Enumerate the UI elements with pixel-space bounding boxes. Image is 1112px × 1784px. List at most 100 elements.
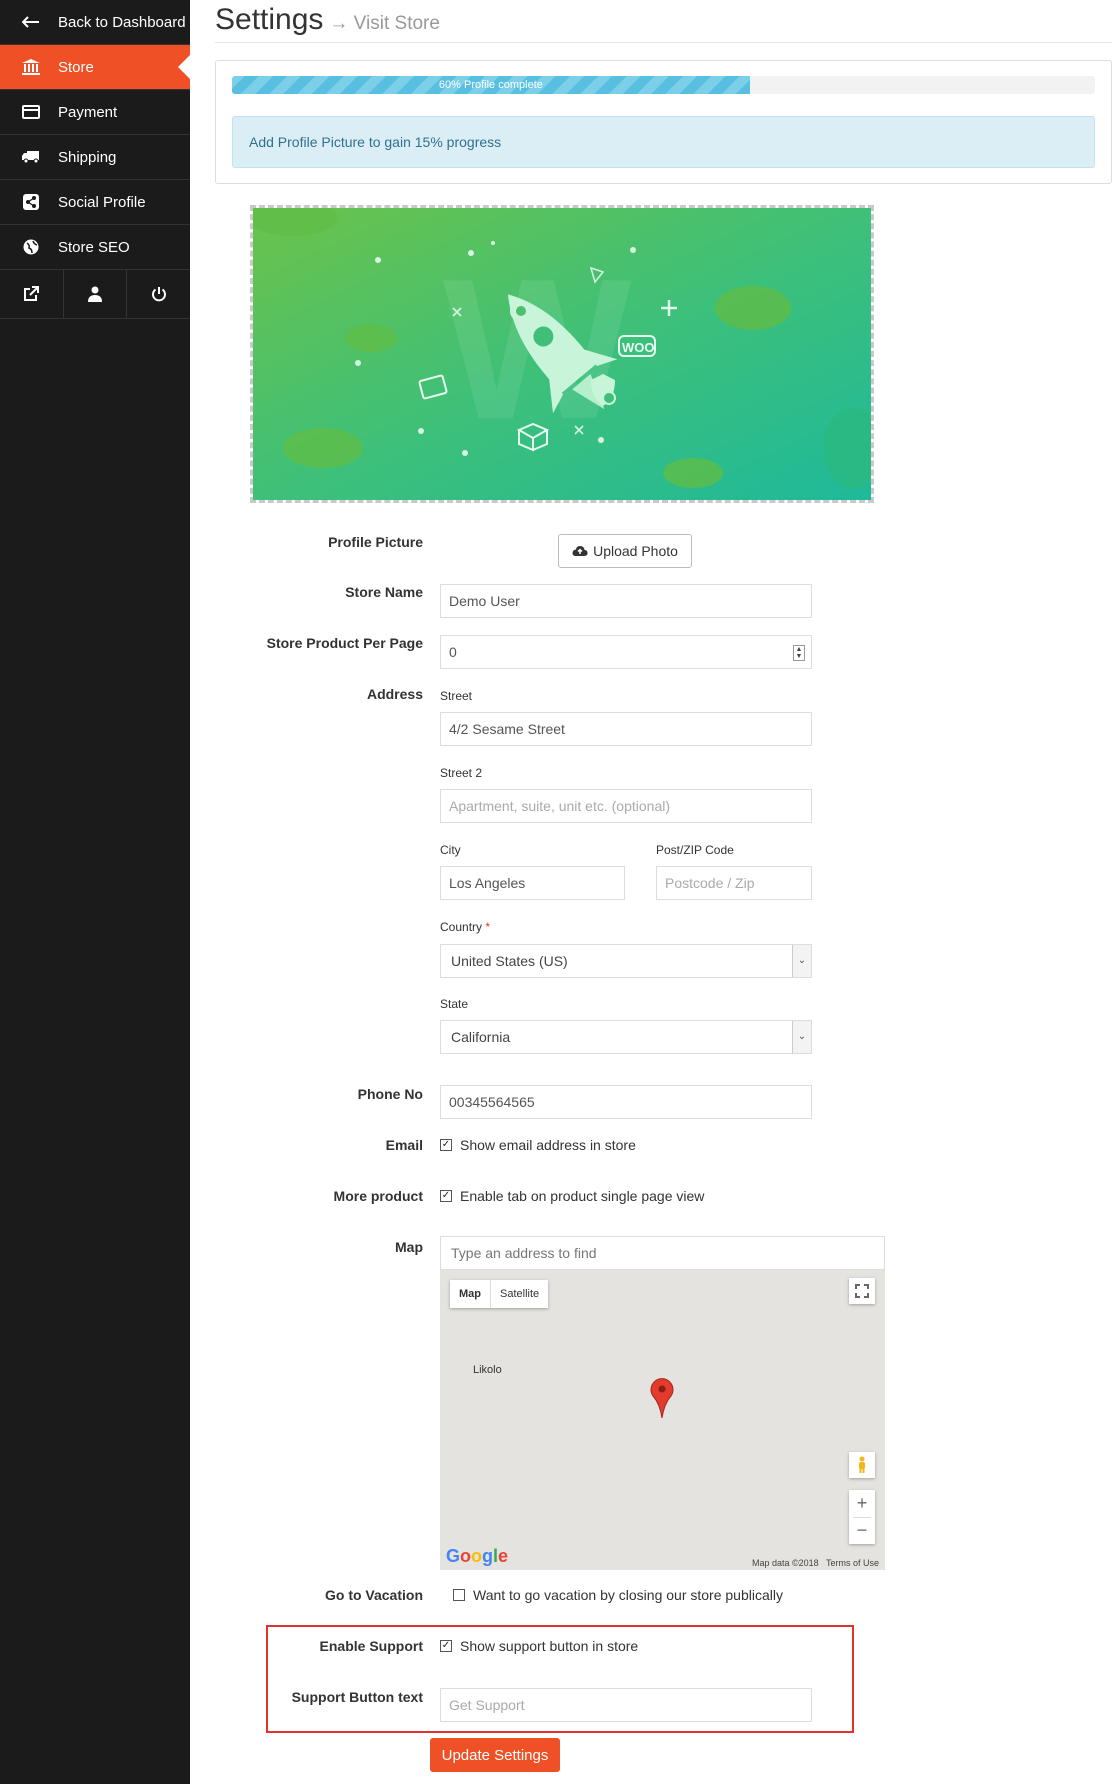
phone-label: Phone No <box>357 1086 423 1102</box>
sidebar-item-payment[interactable]: Payment <box>0 90 190 135</box>
truck-icon <box>18 150 44 164</box>
support-checkbox-label: Show support button in store <box>460 1638 639 1654</box>
map-type-satellite[interactable]: Satellite <box>490 1280 548 1308</box>
street2-label: Street 2 <box>440 766 483 780</box>
progress-bar-fill: 60% Profile complete <box>232 76 750 94</box>
map-data-text: Map data ©2018 <box>751 1558 819 1568</box>
page-title-text: Settings <box>215 3 324 36</box>
support-button-text-input[interactable] <box>440 1688 812 1722</box>
sidebar-item-back-to-dashboard[interactable]: Back to Dashboard <box>0 0 190 45</box>
street-input[interactable] <box>440 712 812 746</box>
per-page-value: 0 <box>449 644 457 660</box>
street2-input[interactable] <box>440 789 812 823</box>
country-label-text: Country <box>440 920 483 934</box>
map-footer: Map data ©2018 Terms of Use <box>752 1558 879 1568</box>
sidebar-item-store[interactable]: Store <box>0 45 190 90</box>
map-type-control: Map Satellite <box>450 1280 549 1308</box>
zoom-out-icon[interactable]: − <box>857 1518 868 1544</box>
map-view[interactable]: Map Satellite Likolo + − Google Map data… <box>440 1270 885 1570</box>
state-select[interactable]: California ⌄ <box>440 1020 812 1054</box>
sidebar-item-label: Store <box>58 58 94 76</box>
sidebar-item-label: Shipping <box>58 148 117 166</box>
required-mark: * <box>485 920 491 934</box>
upload-photo-button[interactable]: Upload Photo <box>558 534 692 568</box>
email-label: Email <box>385 1137 423 1153</box>
power-icon[interactable] <box>127 270 190 318</box>
state-value: California <box>451 1029 511 1045</box>
share-icon <box>18 194 44 210</box>
zip-input[interactable] <box>656 866 812 900</box>
email-checkbox[interactable]: ✓ <box>440 1139 452 1151</box>
store-banner[interactable]: W WOO <box>250 205 874 503</box>
credit-card-icon <box>18 105 44 119</box>
profile-picture-label: Profile Picture <box>328 534 423 550</box>
sidebar-item-store-seo[interactable]: Store SEO <box>0 225 190 270</box>
number-spinner[interactable]: ▲ ▼ <box>793 645 805 661</box>
visit-store-link[interactable]: → Visit Store <box>329 13 440 34</box>
per-page-input[interactable]: 0 ▲ ▼ <box>440 635 812 669</box>
cloud-upload-icon <box>572 545 588 557</box>
sidebar-bottom-actions <box>0 270 190 319</box>
upload-photo-label: Upload Photo <box>593 543 678 559</box>
support-checkbox[interactable]: ✓ <box>440 1640 452 1652</box>
zip-label: Post/ZIP Code <box>656 843 734 857</box>
country-label: Country * <box>440 920 490 934</box>
more-product-checkbox[interactable]: ✓ <box>440 1190 452 1202</box>
zoom-in-icon[interactable]: + <box>857 1491 868 1517</box>
store-name-label: Store Name <box>345 584 423 600</box>
pegman-icon[interactable] <box>849 1452 875 1478</box>
chevron-down-icon: ⌄ <box>792 1021 811 1053</box>
vacation-checkbox[interactable] <box>453 1589 465 1601</box>
progress-alert: Add Profile Picture to gain 15% progress <box>232 116 1095 168</box>
profile-progress-panel: 60% Profile complete Add Profile Picture… <box>215 60 1112 184</box>
map-pin-icon[interactable] <box>650 1378 674 1423</box>
support-checkbox-row[interactable]: ✓ Show support button in store <box>440 1638 638 1654</box>
zoom-control: + − <box>849 1490 875 1544</box>
update-settings-button[interactable]: Update Settings <box>430 1738 560 1772</box>
per-page-label: Store Product Per Page <box>266 635 423 651</box>
store-name-input[interactable] <box>440 584 812 618</box>
state-label: State <box>440 997 469 1011</box>
country-select[interactable]: United States (US) ⌄ <box>440 944 812 978</box>
sidebar-item-label: Payment <box>58 103 118 121</box>
support-button-text-label: Support Button text <box>291 1689 423 1705</box>
email-checkbox-row[interactable]: ✓ Show email address in store <box>440 1137 636 1153</box>
vacation-checkbox-label: Want to go vacation by closing our store… <box>473 1587 783 1603</box>
more-product-checkbox-label: Enable tab on product single page view <box>460 1188 705 1204</box>
more-product-checkbox-row[interactable]: ✓ Enable tab on product single page view <box>440 1188 704 1204</box>
user-icon[interactable] <box>64 270 128 318</box>
sidebar-item-label: Back to Dashboard <box>58 13 186 31</box>
chevron-down-icon: ⌄ <box>792 945 811 977</box>
map-type-map[interactable]: Map <box>450 1280 490 1308</box>
sidebar-item-shipping[interactable]: Shipping <box>0 135 190 180</box>
map-label: Map <box>395 1239 423 1255</box>
external-link-icon[interactable] <box>0 270 64 318</box>
map-search-input[interactable] <box>440 1236 885 1270</box>
email-checkbox-label: Show email address in store <box>460 1137 636 1153</box>
city-label: City <box>440 843 461 857</box>
map-terms-link[interactable]: Terms of Use <box>826 1558 879 1568</box>
more-product-label: More product <box>333 1188 423 1204</box>
sidebar: Back to Dashboard Store Payment Shipping… <box>0 0 190 1784</box>
vacation-checkbox-row[interactable]: Want to go vacation by closing our store… <box>453 1587 783 1603</box>
vacation-label: Go to Vacation <box>324 1587 423 1603</box>
banner-logo-text: WOO <box>622 340 655 355</box>
address-label: Address <box>366 686 423 702</box>
progress-bar: 60% Profile complete <box>232 76 1095 94</box>
map-place-label: Likolo <box>473 1364 502 1376</box>
sidebar-item-label: Store SEO <box>58 238 130 256</box>
google-logo: Google <box>446 1546 509 1566</box>
title-divider <box>215 42 1112 43</box>
globe-icon <box>18 239 44 255</box>
phone-input[interactable] <box>440 1085 812 1119</box>
sidebar-item-label: Social Profile <box>58 193 146 211</box>
street-label: Street <box>440 689 473 703</box>
fullscreen-icon[interactable] <box>849 1278 875 1304</box>
arrow-left-icon <box>18 16 44 28</box>
city-input[interactable] <box>440 866 625 900</box>
bank-icon <box>18 59 44 75</box>
country-value: United States (US) <box>451 953 568 969</box>
enable-support-label: Enable Support <box>319 1638 423 1654</box>
page-title: Settings → Visit Store <box>215 0 440 44</box>
sidebar-item-social-profile[interactable]: Social Profile <box>0 180 190 225</box>
